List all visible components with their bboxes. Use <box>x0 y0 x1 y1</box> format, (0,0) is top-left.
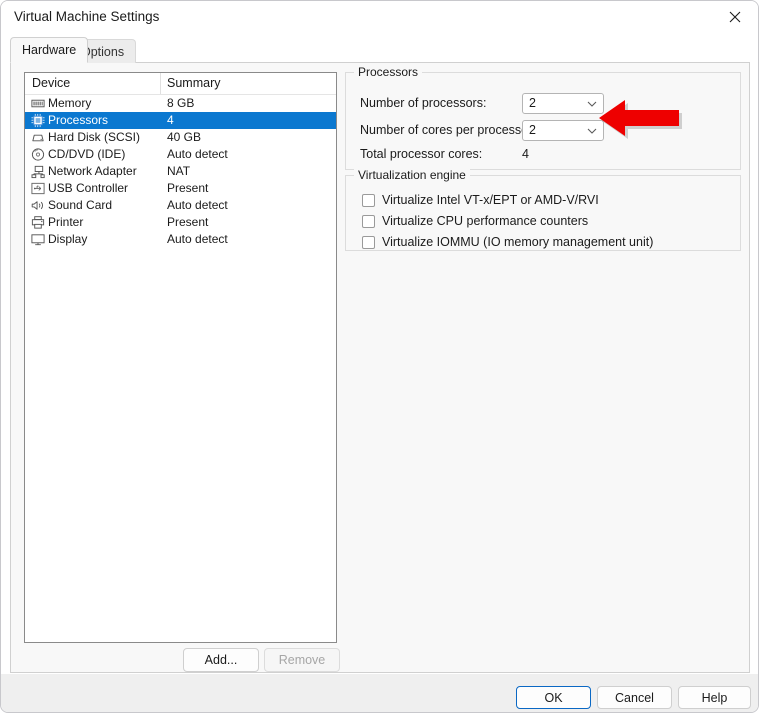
device-row-label: Memory <box>48 96 92 110</box>
remove-device-button[interactable]: Remove <box>264 648 340 672</box>
cancel-button[interactable]: Cancel <box>597 686 672 709</box>
device-row-label: CD/DVD (IDE) <box>48 147 126 161</box>
cores-per-processor-label: Number of cores per processor: <box>360 123 536 137</box>
hard-disk-icon <box>32 134 44 142</box>
close-icon <box>729 11 741 22</box>
memory-icon <box>31 99 45 108</box>
close-button[interactable] <box>712 1 758 32</box>
window-title: Virtual Machine Settings <box>14 9 160 24</box>
device-row-display[interactable]: Display Auto detect <box>25 231 336 248</box>
number-of-processors-value: 2 <box>529 96 536 110</box>
cancel-button-label: Cancel <box>615 690 654 705</box>
number-of-processors-label: Number of processors: <box>360 96 487 110</box>
device-row-summary: Present <box>167 215 209 229</box>
device-row-summary: Present <box>167 181 209 195</box>
total-processor-cores-label: Total processor cores: <box>360 147 483 161</box>
tab-strip: Hardware Options <box>1 32 758 63</box>
device-list[interactable]: Device Summary Memory 8 GB Processors 4 … <box>24 72 337 643</box>
virtualize-intel-vtx-label: Virtualize Intel VT-x/EPT or AMD-V/RVI <box>382 193 599 207</box>
virtualize-intel-vtx-row[interactable]: Virtualize Intel VT-x/EPT or AMD-V/RVI <box>362 193 599 207</box>
tab-hardware[interactable]: Hardware <box>10 37 89 63</box>
ok-button[interactable]: OK <box>516 686 591 709</box>
column-header-summary: Summary <box>167 76 221 90</box>
help-button[interactable]: Help <box>678 686 751 709</box>
display-icon <box>31 234 45 246</box>
cores-per-processor-select[interactable]: 2 <box>522 120 604 141</box>
remove-device-button-label: Remove <box>278 653 326 667</box>
printer-icon <box>31 216 45 229</box>
sound-card-icon <box>31 201 43 210</box>
device-list-rows: Memory 8 GB Processors 4 Hard Disk (SCSI… <box>25 95 336 248</box>
header-divider <box>160 73 161 94</box>
device-row-label: USB Controller <box>48 181 129 195</box>
virtualize-cpu-counters-label: Virtualize CPU performance counters <box>382 214 589 228</box>
virtualization-engine-group-title: Virtualization engine <box>354 168 470 182</box>
total-processor-cores-value: 4 <box>522 147 529 161</box>
device-row-label: Hard Disk (SCSI) <box>48 130 141 144</box>
number-of-processors-select[interactable]: 2 <box>522 93 604 114</box>
chevron-down-icon <box>587 128 597 134</box>
add-device-button[interactable]: Add... <box>183 648 259 672</box>
network-adapter-icon <box>31 165 45 179</box>
device-row-summary: Auto detect <box>167 147 228 161</box>
tab-hardware-label: Hardware <box>22 43 77 57</box>
title-bar: Virtual Machine Settings <box>1 1 758 32</box>
device-row-usb-controller[interactable]: USB Controller Present <box>25 180 336 197</box>
device-row-label: Processors <box>48 113 109 127</box>
chevron-down-icon <box>587 101 597 107</box>
virtualize-cpu-counters-checkbox[interactable] <box>362 214 375 228</box>
virtualize-intel-vtx-checkbox[interactable] <box>362 193 375 207</box>
virtualize-iommu-label: Virtualize IOMMU (IO memory management u… <box>382 235 654 249</box>
device-row-cd-dvd[interactable]: CD/DVD (IDE) Auto detect <box>25 146 336 163</box>
processors-group-title: Processors <box>354 65 423 79</box>
device-row-hard-disk[interactable]: Hard Disk (SCSI) 40 GB <box>25 129 336 146</box>
device-row-label: Printer <box>48 215 84 229</box>
device-row-summary: NAT <box>167 164 191 178</box>
column-header-device: Device <box>32 76 71 90</box>
virtualize-iommu-checkbox[interactable] <box>362 235 375 249</box>
device-row-label: Display <box>48 232 88 246</box>
device-row-label: Network Adapter <box>48 164 137 178</box>
device-row-summary: Auto detect <box>167 232 228 246</box>
device-row-summary: 8 GB <box>167 96 195 110</box>
device-row-summary: 4 <box>167 113 174 127</box>
virtualize-iommu-row[interactable]: Virtualize IOMMU (IO memory management u… <box>362 235 653 249</box>
device-list-header: Device Summary <box>25 73 336 95</box>
device-row-label: Sound Card <box>48 198 113 212</box>
processors-group: Processors Number of processors: 2 Numbe… <box>345 65 741 170</box>
cores-per-processor-value: 2 <box>529 123 536 137</box>
processor-icon <box>31 113 45 128</box>
device-row-summary: 40 GB <box>167 130 202 144</box>
usb-controller-icon <box>31 182 45 195</box>
add-device-button-label: Add... <box>204 653 238 667</box>
virtual-machine-settings-dialog: Virtual Machine Settings Hardware Option… <box>0 0 759 713</box>
virtualize-cpu-counters-row[interactable]: Virtualize CPU performance counters <box>362 214 588 228</box>
device-row-summary: Auto detect <box>167 198 228 212</box>
device-row-memory[interactable]: Memory 8 GB <box>25 95 336 112</box>
device-row-sound-card[interactable]: Sound Card Auto detect <box>25 197 336 214</box>
device-row-processors[interactable]: Processors 4 <box>25 112 336 129</box>
ok-button-label: OK <box>544 690 563 705</box>
device-row-printer[interactable]: Printer Present <box>25 214 336 231</box>
hardware-tab-panel: Device Summary Memory 8 GB Processors 4 … <box>10 62 750 673</box>
cd-dvd-icon <box>31 148 45 161</box>
device-row-network-adapter[interactable]: Network Adapter NAT <box>25 163 336 180</box>
virtualization-engine-group: Virtualization engine Virtualize Intel V… <box>345 168 741 251</box>
help-button-label: Help <box>701 690 728 705</box>
